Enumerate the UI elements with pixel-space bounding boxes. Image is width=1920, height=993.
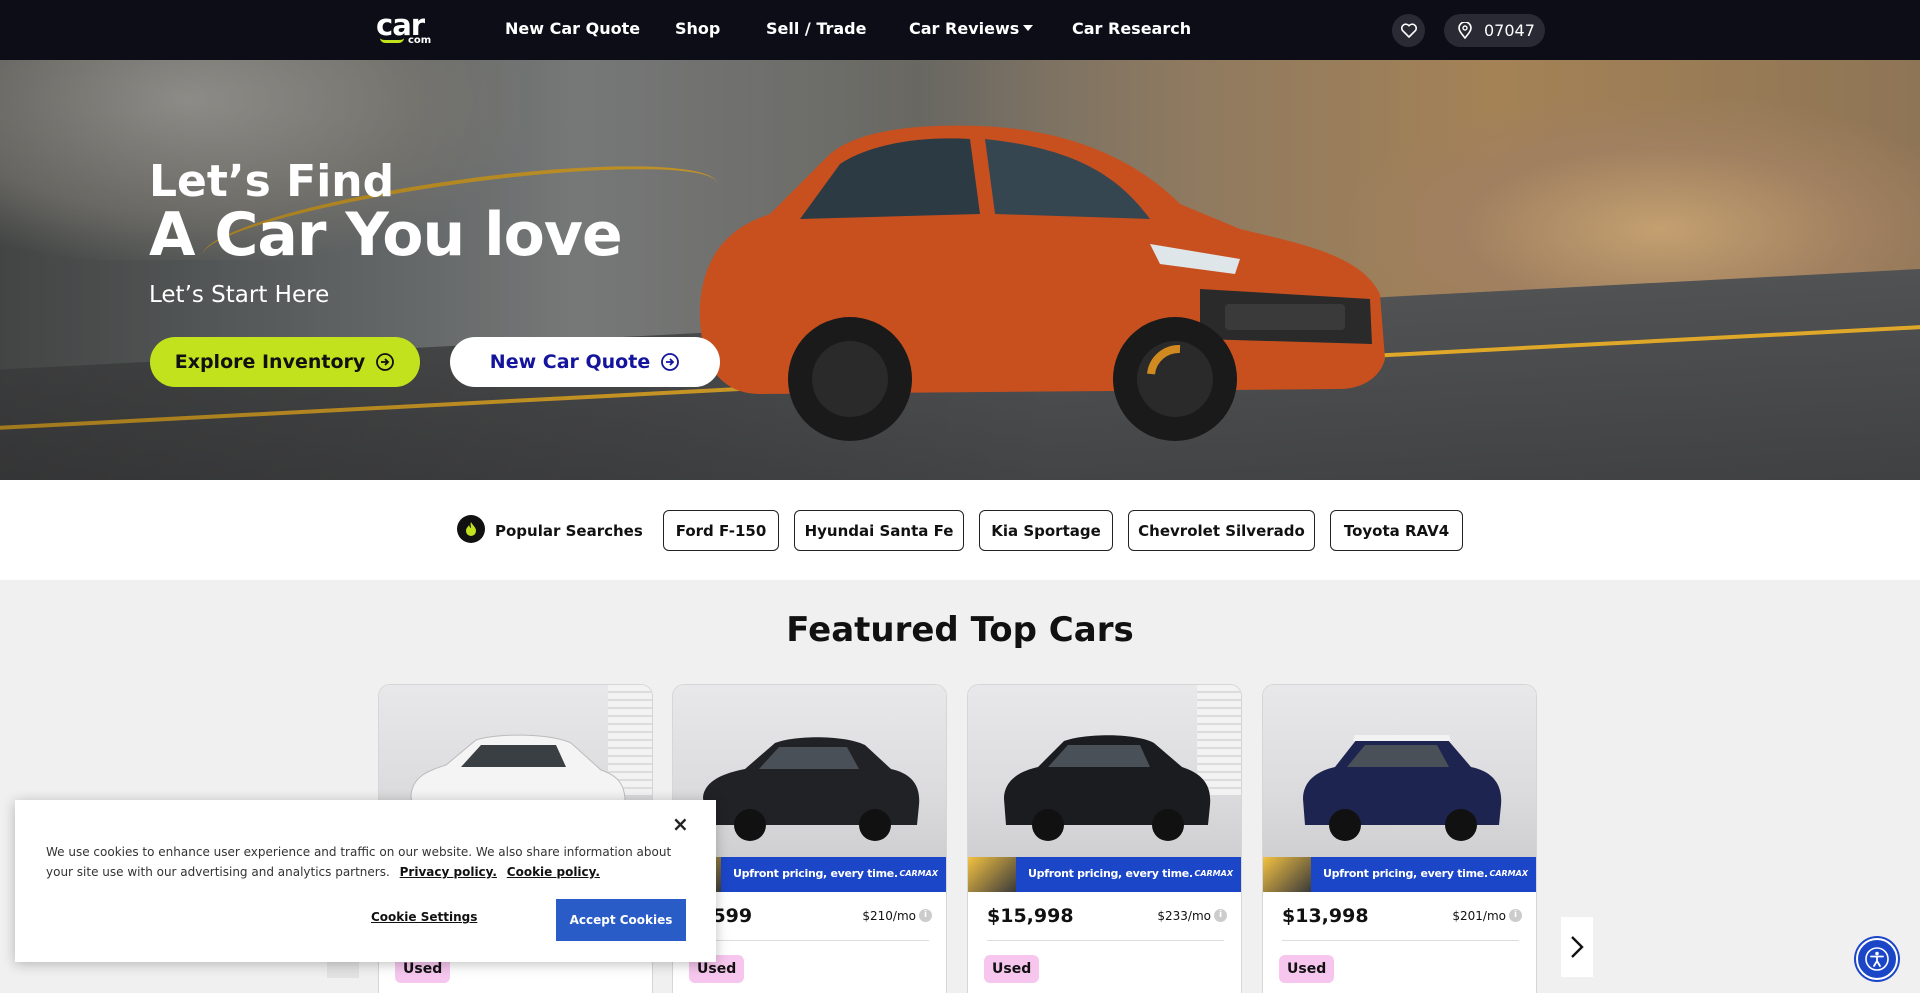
nav-new-car-quote[interactable]: New Car Quote (505, 19, 640, 38)
info-icon[interactable]: i (919, 909, 932, 922)
car-monthly: $233/mo (1157, 909, 1211, 923)
featured-car-card[interactable]: Upfront pricing, every time. CARMAX $13,… (1262, 684, 1537, 993)
privacy-policy-link[interactable]: Privacy policy. (400, 865, 497, 879)
banner-brand: CARMAX (1194, 869, 1233, 878)
car-price: $13,998 (1282, 905, 1369, 927)
info-icon[interactable]: i (1509, 909, 1522, 922)
nav-shop[interactable]: Shop (675, 19, 720, 38)
location-pin-icon (1458, 22, 1472, 39)
new-car-quote-button[interactable]: New Car Quote (450, 337, 720, 387)
favorites-button[interactable] (1392, 14, 1425, 47)
search-chip-toyota-rav4[interactable]: Toyota RAV4 (1330, 510, 1463, 551)
chevron-right-icon (1571, 936, 1584, 958)
hero-banner: Let’s Find A Car You love Let’s Start He… (0, 60, 1920, 480)
banner-brand: CARMAX (1489, 869, 1528, 878)
car-monthly: $210/mo (862, 909, 916, 923)
hero-heading-line2: A Car You love (149, 200, 623, 270)
banner-promo-text: Upfront pricing, every time. (1028, 867, 1193, 880)
car-image (703, 737, 920, 841)
zip-code: 07047 (1484, 21, 1535, 40)
accessibility-button[interactable] (1856, 938, 1898, 980)
nav-car-reviews[interactable]: Car Reviews (909, 19, 1034, 38)
card-divider (1282, 940, 1519, 941)
flame-icon (457, 515, 485, 543)
car-image (1303, 735, 1502, 841)
card-divider (692, 940, 929, 941)
new-car-quote-label: New Car Quote (489, 351, 651, 373)
logo-swoosh (380, 38, 404, 43)
car-image (1004, 735, 1211, 841)
hero-subtitle: Let’s Start Here (149, 282, 330, 308)
car-monthly: $201/mo (1452, 909, 1506, 923)
popular-searches-bar: Popular Searches Ford F-150 Hyundai Sant… (0, 480, 1920, 580)
close-icon[interactable]: × (672, 812, 689, 836)
site-logo[interactable]: car com (376, 8, 444, 46)
chevron-down-icon (1023, 25, 1034, 31)
featured-title: Featured Top Cars (786, 610, 1134, 650)
carmax-banner: Upfront pricing, every time. CARMAX (968, 857, 1241, 892)
condition-badge: Used (1279, 955, 1335, 983)
cookie-settings-button[interactable]: Cookie Settings (371, 910, 477, 924)
search-chip-chevrolet-silverado[interactable]: Chevrolet Silverado (1128, 510, 1315, 551)
cookie-text-block: We use cookies to enhance user experienc… (46, 842, 686, 882)
accept-cookies-button[interactable]: Accept Cookies (556, 899, 686, 941)
condition-badge: Used (984, 955, 1040, 983)
explore-inventory-label: Explore Inventory (174, 351, 366, 373)
popular-searches-label: Popular Searches (495, 522, 643, 540)
carmax-banner: Upfront pricing, every time. CARMAX (1263, 857, 1536, 892)
zip-location-button[interactable]: 07047 (1444, 14, 1545, 47)
carousel-next-button[interactable] (1561, 917, 1593, 977)
heart-icon (1400, 23, 1417, 38)
card-divider (987, 940, 1224, 941)
car-price: $15,998 (987, 905, 1074, 927)
arrow-circle-right-icon (661, 353, 680, 371)
banner-photo (968, 857, 1016, 892)
nav-sell-trade[interactable]: Sell / Trade (766, 19, 866, 38)
explore-inventory-button[interactable]: Explore Inventory (150, 337, 420, 387)
banner-promo-text: Upfront pricing, every time. (733, 867, 898, 880)
banner-photo (1263, 857, 1311, 892)
cookie-policy-link[interactable]: Cookie policy. (507, 865, 600, 879)
car-photo (1263, 685, 1536, 857)
search-chip-hyundai-santa-fe[interactable]: Hyundai Santa Fe (794, 510, 964, 551)
banner-brand: CARMAX (899, 869, 938, 878)
hero-car-image (699, 125, 1385, 441)
search-chip-ford-f150[interactable]: Ford F-150 (663, 510, 779, 551)
arrow-circle-right-icon (376, 353, 395, 371)
logo-suffix: com (408, 35, 432, 46)
car-photo (968, 685, 1241, 857)
info-icon[interactable]: i (1214, 909, 1227, 922)
cookie-consent-banner: × We use cookies to enhance user experie… (15, 800, 716, 962)
accessibility-icon (1865, 947, 1889, 971)
search-chip-kia-sportage[interactable]: Kia Sportage (979, 510, 1113, 551)
nav-car-reviews-label: Car Reviews (909, 19, 1020, 38)
top-nav: car com New Car Quote Shop Sell / Trade … (0, 0, 1920, 60)
banner-promo-text: Upfront pricing, every time. (1323, 867, 1488, 880)
nav-car-research[interactable]: Car Research (1072, 19, 1191, 38)
featured-car-card[interactable]: Upfront pricing, every time. CARMAX $15,… (967, 684, 1242, 993)
